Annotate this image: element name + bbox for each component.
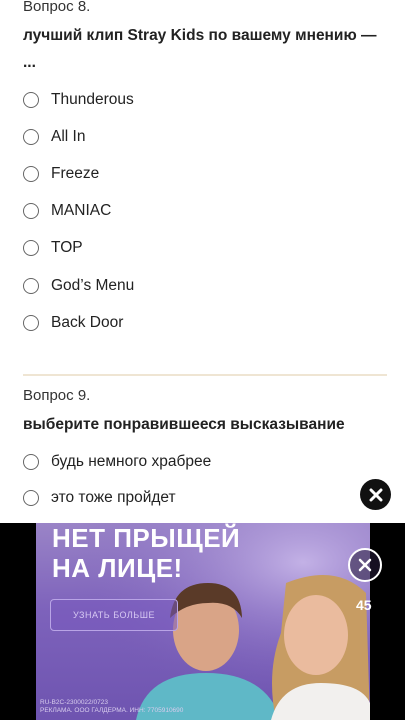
option-maniac[interactable]: MANIAC xyxy=(23,198,111,224)
option-eto-tozhe-proidet[interactable]: это тоже пройдет xyxy=(23,485,176,511)
ad-image[interactable]: НЕТ ПРЫЩЕЙ НА ЛИЦЕ! УЗНАТЬ БОЛЬШЕ RU-B2C… xyxy=(36,523,370,720)
option-thunderous[interactable]: Thunderous xyxy=(23,87,134,113)
ad-close-button[interactable] xyxy=(348,548,382,582)
option-label: это тоже пройдет xyxy=(51,489,176,506)
ad-countdown: 45 xyxy=(356,597,372,613)
option-label: Back Door xyxy=(51,314,124,331)
option-back-door[interactable]: Back Door xyxy=(23,310,123,336)
radio-icon[interactable] xyxy=(23,203,39,219)
option-gods-menu[interactable]: God’s Menu xyxy=(23,273,134,299)
option-freeze[interactable]: Freeze xyxy=(23,161,99,187)
radio-icon[interactable] xyxy=(23,129,39,145)
radio-icon[interactable] xyxy=(23,240,39,256)
ad-headline-line1: НЕТ ПРЫЩЕЙ xyxy=(52,523,241,553)
close-icon xyxy=(358,558,372,572)
option-label: будь немного храбрее xyxy=(51,453,212,470)
close-icon xyxy=(369,488,382,501)
radio-icon[interactable] xyxy=(23,454,39,470)
option-label: TOP xyxy=(51,239,83,256)
option-label: MANIAC xyxy=(51,202,112,219)
option-top[interactable]: TOP xyxy=(23,235,83,261)
option-all-in[interactable]: All In xyxy=(23,124,85,150)
radio-icon[interactable] xyxy=(23,490,39,506)
question-8-text: лучший клип Stray Kids по вашему мнению … xyxy=(23,27,377,71)
ad-legal-text: RU-B2C-2300022/0723 РЕКЛАМА. ООО ГАЛДЕРМ… xyxy=(40,699,240,715)
close-ad-button[interactable] xyxy=(360,479,391,510)
ad-legal-line1: RU-B2C-2300022/0723 xyxy=(40,699,108,706)
option-bud-nemnogo-hrabree[interactable]: будь немного храбрее xyxy=(23,449,211,475)
ad-banner[interactable]: НЕТ ПРЫЩЕЙ НА ЛИЦЕ! УЗНАТЬ БОЛЬШЕ RU-B2C… xyxy=(0,523,405,720)
option-label: Freeze xyxy=(51,165,100,182)
radio-icon[interactable] xyxy=(23,166,39,182)
question-9-text: выберите понравившееся высказывание xyxy=(23,416,345,433)
question-divider xyxy=(23,374,387,376)
option-label: God’s Menu xyxy=(51,277,135,294)
option-label: Thunderous xyxy=(51,91,134,108)
ad-legal-line2: РЕКЛАМА. ООО ГАЛДЕРМА. ИНН: 7705910690 xyxy=(40,707,184,714)
ad-learn-more-button[interactable]: УЗНАТЬ БОЛЬШЕ xyxy=(50,599,178,631)
question-9-number: Вопрос 9. xyxy=(23,387,91,404)
radio-icon[interactable] xyxy=(23,278,39,294)
ad-headline: НЕТ ПРЫЩЕЙ НА ЛИЦЕ! xyxy=(52,523,352,583)
option-label: All In xyxy=(51,128,86,145)
radio-icon[interactable] xyxy=(23,92,39,108)
ad-headline-line2: НА ЛИЦЕ! xyxy=(52,553,183,583)
radio-icon[interactable] xyxy=(23,315,39,331)
question-8-number: Вопрос 8. xyxy=(23,0,91,15)
